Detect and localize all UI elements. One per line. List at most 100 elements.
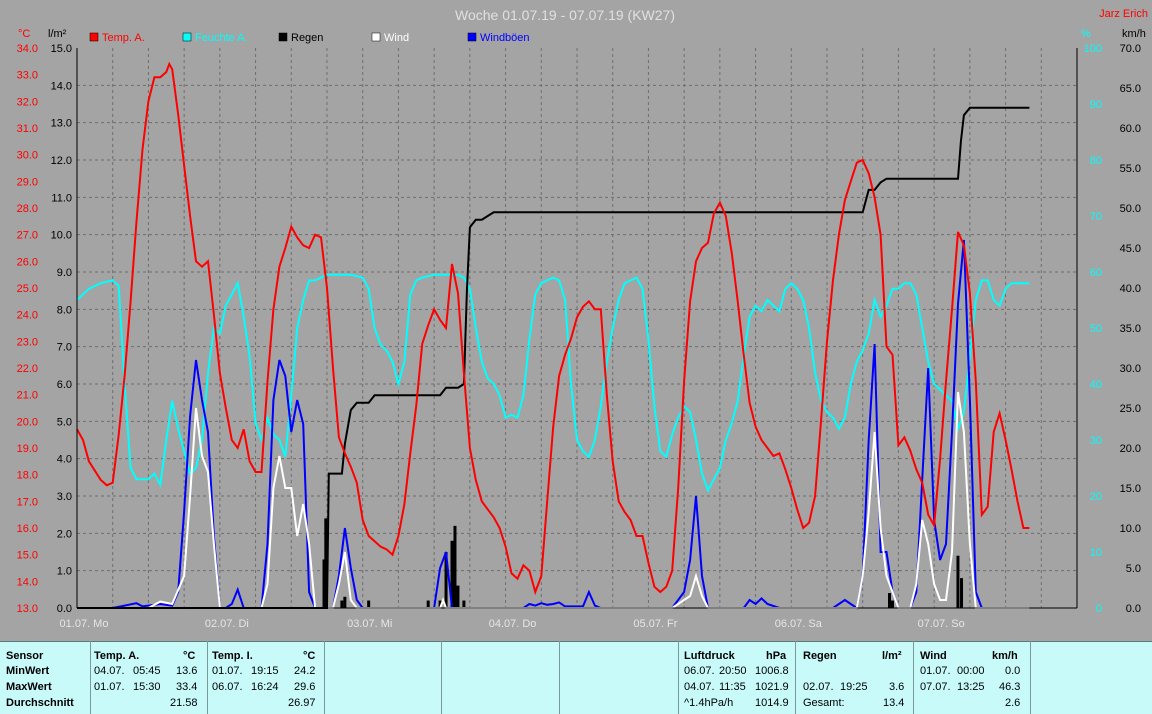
rain-tick-label: 12.0 <box>51 155 72 167</box>
humidity-tick-label: 40 <box>1090 379 1102 391</box>
wind-header: Wind <box>920 650 947 662</box>
rain-unit-label: l/m² <box>48 28 67 40</box>
temp-tick-label: 14.0 <box>17 576 38 588</box>
rain-bar <box>456 585 460 608</box>
humidity-tick-label: 70 <box>1090 211 1102 223</box>
temp-a-max-date: 01.07. <box>94 681 125 693</box>
temp-tick-label: 18.0 <box>17 470 38 482</box>
day-label: 01.07. Mo <box>60 618 109 630</box>
rain-tick-label: 13.0 <box>51 118 72 130</box>
rain-tick-label: 0.0 <box>57 603 72 615</box>
wind-max-date: 07.07. <box>920 681 951 693</box>
chart-title: Woche 01.07.19 - 07.07.19 (KW27) <box>455 7 675 23</box>
temp-tick-label: 23.0 <box>17 336 38 348</box>
wind-tick-label: 70.0 <box>1120 43 1141 55</box>
rain-tick-label: 7.0 <box>57 342 72 354</box>
temp-tick-label: 32.0 <box>17 96 38 108</box>
pressure-max-time: 11:35 <box>719 681 746 693</box>
legend-label: Temp. A. <box>102 32 145 44</box>
humidity-tick-label: 80 <box>1090 155 1102 167</box>
humidity-tick-label: 10 <box>1090 547 1102 559</box>
row-label-avg: Durchschnitt <box>6 697 74 709</box>
rain-tick-label: 4.0 <box>57 454 72 466</box>
rain-bar <box>462 600 466 608</box>
rain-tick-label: 14.0 <box>51 80 72 92</box>
temp-tick-label: 15.0 <box>17 550 38 562</box>
temp-tick-label: 34.0 <box>17 43 38 55</box>
temp-i-avg: 26.97 <box>288 697 316 709</box>
temp-tick-label: 24.0 <box>17 310 38 322</box>
temp-a-max-val: 33.4 <box>176 681 198 693</box>
humidity-tick-label: 100 <box>1084 43 1102 55</box>
pressure-min-time: 20:50 <box>719 665 747 677</box>
legend-label: Windböen <box>480 32 530 44</box>
day-label: 03.07. Mi <box>347 618 392 630</box>
humidity-tick-label: 0 <box>1096 603 1102 615</box>
legend-swatch <box>182 32 192 42</box>
legend-swatch <box>89 32 99 42</box>
legend-swatch <box>278 32 288 42</box>
weather-chart: 13.0 14.0 15.0 16.0 17.0 18.0 19.0 20.0 21.0 22.0… <box>17 7 1148 630</box>
temp-tick-label: 31.0 <box>17 123 38 135</box>
statistics-panel: Sensor MinWert MaxWert Durchschnitt Temp… <box>0 641 1152 714</box>
humidity-tick-label: 50 <box>1090 323 1102 335</box>
wind-tick-label: 50.0 <box>1120 203 1141 215</box>
legend: Temp. A. Feuchte A. Regen Wind Windböen <box>89 32 530 44</box>
temp-i-unit: °C <box>303 650 316 662</box>
rain-tick-label: 2.0 <box>57 528 72 540</box>
rain-tick-label: 8.0 <box>57 304 72 316</box>
wind-min-date: 01.07. <box>920 665 951 677</box>
temp-tick-label: 30.0 <box>17 150 38 162</box>
wind-tick-label: 25.0 <box>1120 403 1141 415</box>
pressure-header: Luftdruck <box>684 650 735 662</box>
temp-tick-label: 29.0 <box>17 176 38 188</box>
pressure-min-date: 06.07. <box>684 665 715 677</box>
rain-header: Regen <box>803 650 837 662</box>
wind-min-time: 00:00 <box>957 665 985 677</box>
rain-bar <box>888 593 891 608</box>
temp-a-max-time: 15:30 <box>133 681 161 693</box>
day-label: 04.07. Do <box>489 618 537 630</box>
rain-total-label: Gesamt: <box>803 697 845 709</box>
wind-tick-label: 0.0 <box>1126 603 1141 615</box>
wind-tick-label: 15.0 <box>1120 483 1141 495</box>
rain-total: 13.4 <box>883 697 905 709</box>
pressure-trend: ^1.4hPa/h <box>684 697 734 709</box>
humidity-unit-label: % <box>1081 28 1091 40</box>
author-label: Jarz Erich <box>1099 8 1148 20</box>
wind-tick-label: 10.0 <box>1120 523 1141 535</box>
rain-bar <box>367 600 371 608</box>
rain-tick-label: 5.0 <box>57 416 72 428</box>
panel-top-border <box>0 641 1152 642</box>
temp-a-avg: 21.58 <box>170 697 198 709</box>
day-label: 07.07. So <box>918 618 965 630</box>
temp-tick-label: 25.0 <box>17 283 38 295</box>
divider <box>913 641 914 714</box>
temp-tick-label: 16.0 <box>17 523 38 535</box>
rain-bar <box>890 600 894 608</box>
day-label: 06.07. Sa <box>775 618 823 630</box>
temp-a-min-val: 13.6 <box>176 665 198 677</box>
temp-a-unit: °C <box>183 650 196 662</box>
temp-a-min-time: 05:45 <box>133 665 161 677</box>
rain-tick-label: 6.0 <box>57 379 72 391</box>
wind-tick-label: 60.0 <box>1120 123 1141 135</box>
temp-tick-label: 20.0 <box>17 416 38 428</box>
temp-tick-label: 19.0 <box>17 443 38 455</box>
divider <box>678 641 679 714</box>
wind-tick-label: 20.0 <box>1120 443 1141 455</box>
temp-tick-label: 33.0 <box>17 70 38 82</box>
divider <box>324 641 325 714</box>
rain-tick-label: 15.0 <box>51 43 72 55</box>
temp-unit-label: °C <box>18 28 30 40</box>
wind-tick-label: 5.0 <box>1126 563 1141 575</box>
wind-min-val: 0.0 <box>1005 665 1021 677</box>
wind-unit: km/h <box>992 650 1018 662</box>
temp-i-min-val: 24.2 <box>294 665 316 677</box>
temp-tick-label: 26.0 <box>17 256 38 268</box>
divider <box>90 641 91 714</box>
temp-i-header: Temp. I. <box>212 650 253 662</box>
legend-swatch <box>467 32 477 42</box>
rain-bar <box>343 596 347 608</box>
wind-tick-label: 35.0 <box>1120 323 1141 335</box>
